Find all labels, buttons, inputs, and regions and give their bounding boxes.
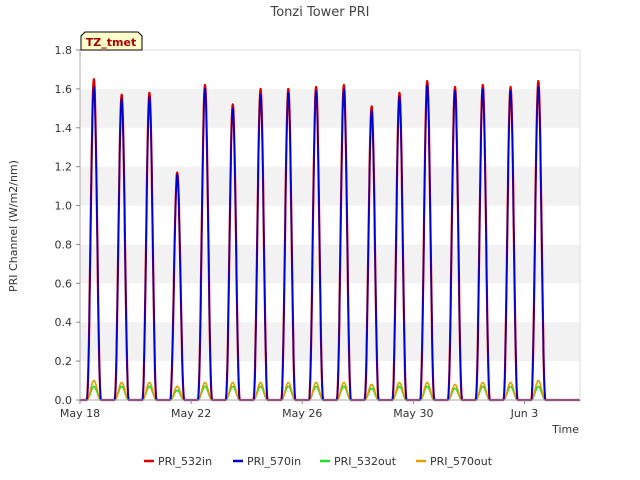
y-tick-label: 0.6	[55, 277, 73, 290]
x-tick-label: May 26	[282, 407, 322, 420]
y-tick-label: 0.4	[55, 316, 73, 329]
y-tick-label: 1.4	[55, 122, 73, 135]
chart-canvas: 0.0 0.2 0.4 0.6 0.8 1.0 1.2 1.4 1.6 1.8 May 18 May …	[0, 0, 640, 480]
station-badge: TZ_tmet	[80, 31, 143, 51]
x-axis-label: Time	[551, 423, 579, 436]
grid-band	[80, 244, 580, 284]
badge-label: TZ_tmet	[86, 36, 136, 49]
x-tick-label: May 18	[60, 407, 100, 420]
grid-band	[80, 88, 580, 128]
y-tick-label: 1.0	[55, 200, 73, 213]
chart-title: Tonzi Tower PRI	[270, 5, 370, 20]
x-tick-label: Jun 3	[510, 407, 539, 420]
x-tick-label: May 22	[171, 407, 211, 420]
y-tick-label: 1.2	[55, 161, 73, 174]
grid-band	[80, 166, 580, 206]
y-tick-label: 0.0	[55, 394, 73, 407]
legend-label: PRI_570in	[247, 455, 301, 468]
legend-label: PRI_532in	[158, 455, 212, 468]
y-tick-label: 0.8	[55, 238, 73, 251]
y-axis-label: PRI Channel (W/m2/nm)	[7, 160, 20, 292]
y-tick-label: 1.6	[55, 83, 73, 96]
y-tick-label: 1.8	[55, 44, 73, 57]
legend-label: PRI_532out	[334, 455, 397, 468]
x-tick-label: May 30	[393, 407, 433, 420]
y-tick-label: 0.2	[55, 355, 73, 368]
legend-label: PRI_570out	[430, 455, 493, 468]
